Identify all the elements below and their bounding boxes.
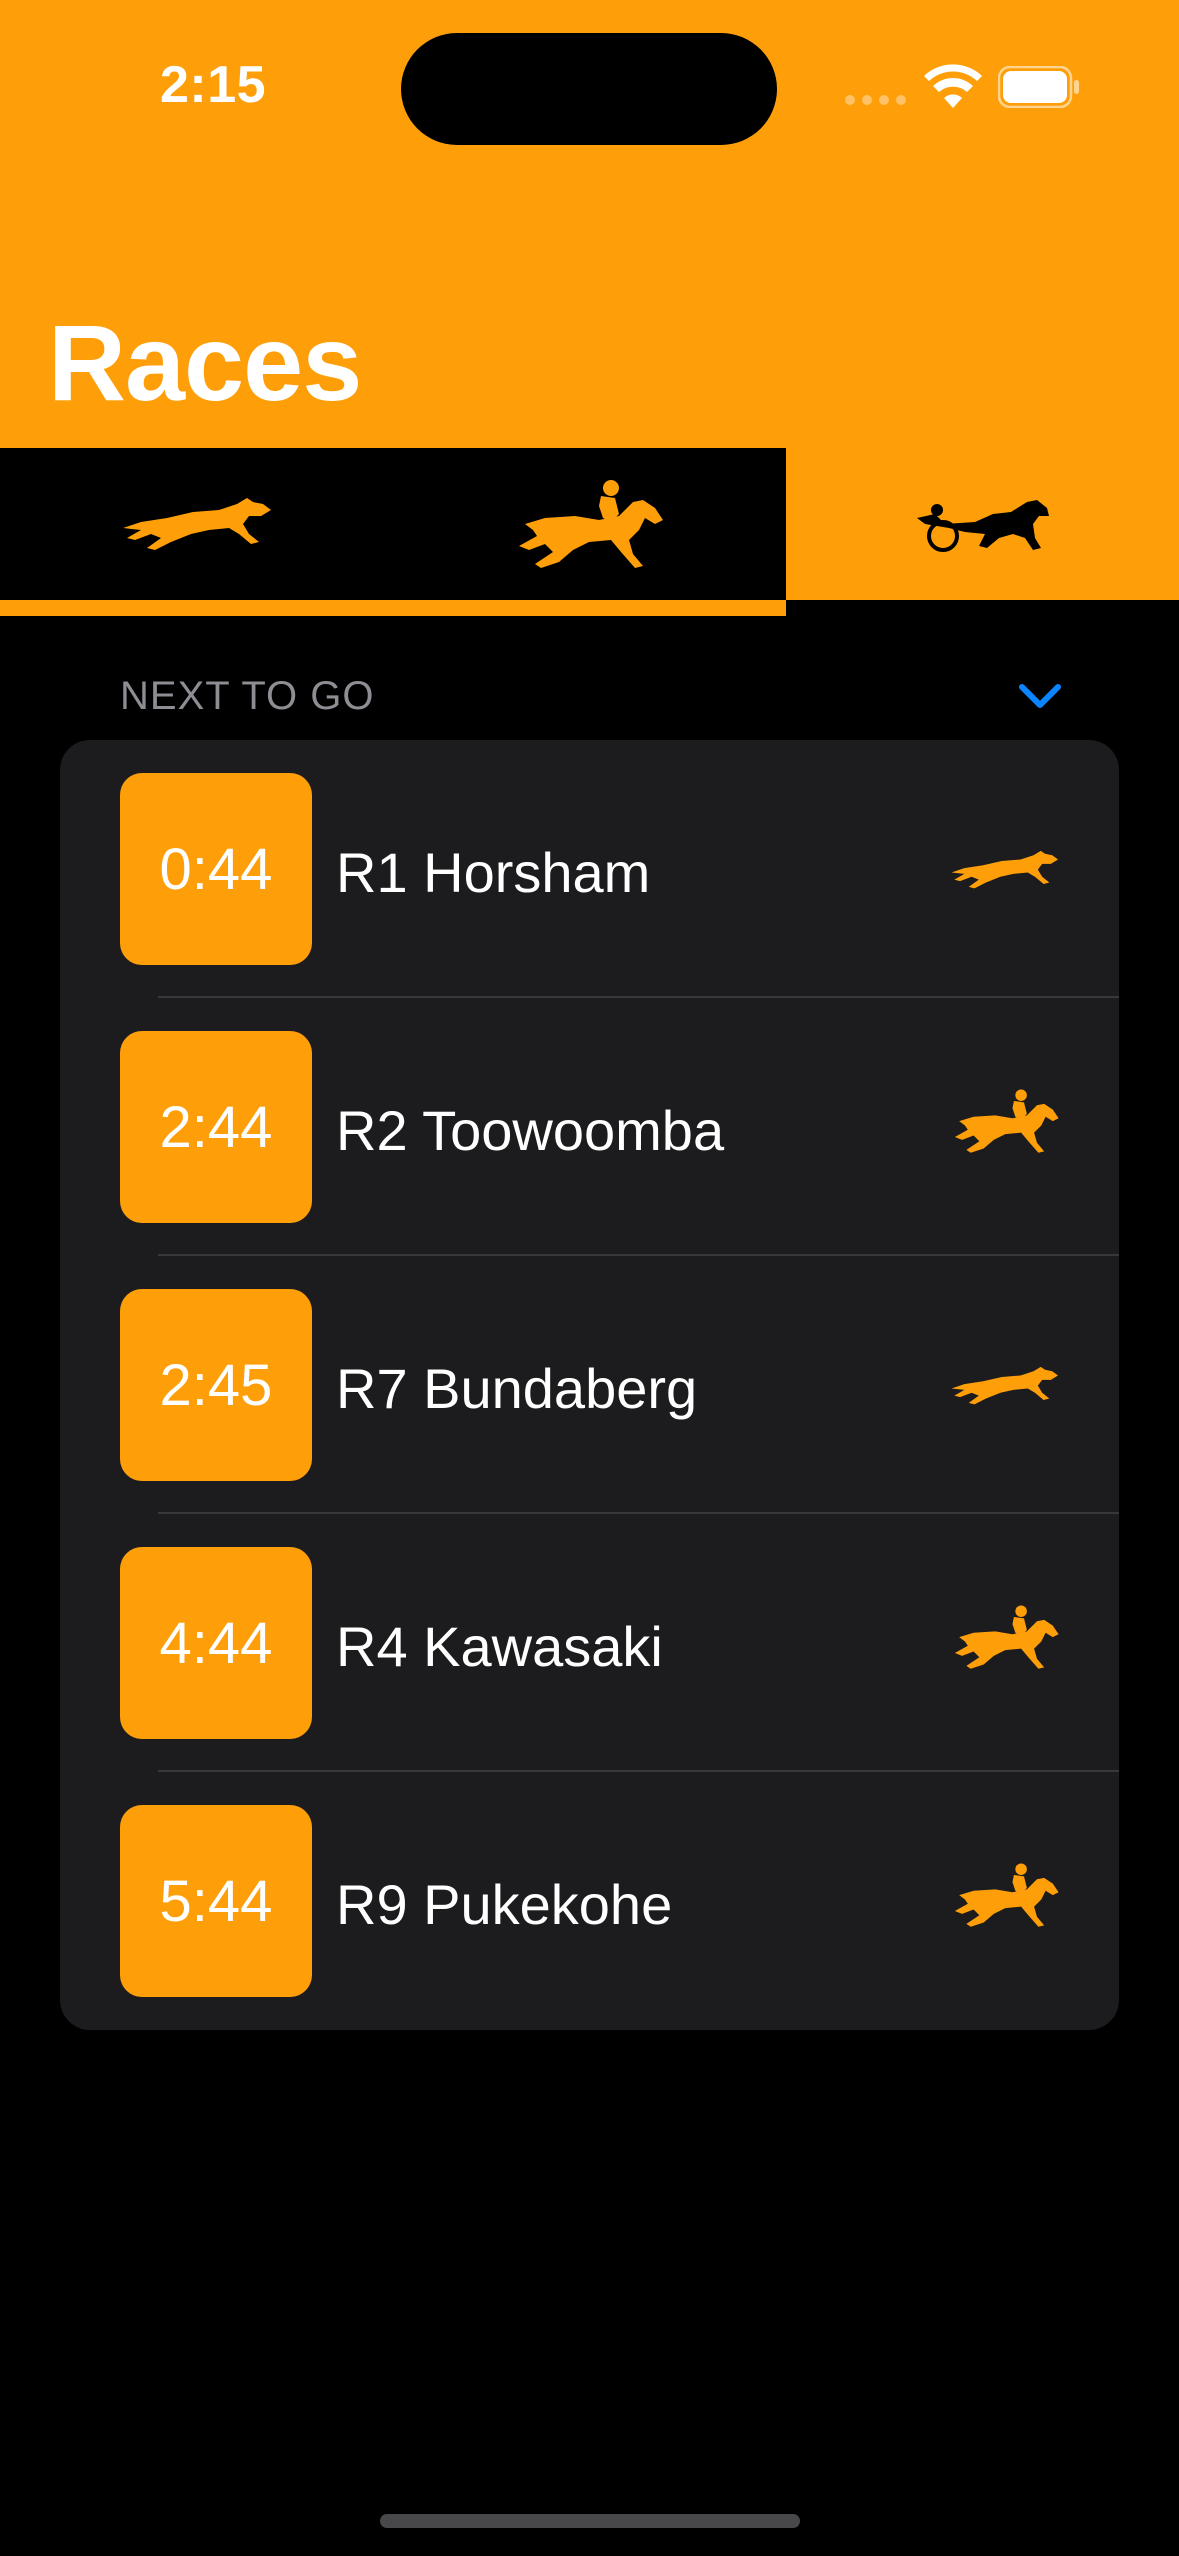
dynamic-island xyxy=(401,33,777,145)
horse-racing-icon xyxy=(518,480,663,568)
greyhound-icon xyxy=(951,1366,1058,1405)
section-title: NEXT TO GO xyxy=(120,673,375,718)
greyhound-icon xyxy=(951,850,1058,889)
greyhound-icon xyxy=(122,498,271,550)
countdown-badge: 2:44 xyxy=(120,1031,312,1223)
battery-icon xyxy=(998,66,1079,108)
countdown-badge: 5:44 xyxy=(120,1805,312,1997)
tab-greyhound[interactable] xyxy=(0,448,393,600)
status-time: 2:15 xyxy=(160,56,267,114)
tab-harness-racing[interactable] xyxy=(786,448,1179,600)
wifi-icon xyxy=(924,64,982,108)
horse-racing-icon xyxy=(954,1089,1059,1153)
race-row[interactable]: 4:44 R4 Kawasaki xyxy=(60,1514,1119,1772)
race-name: R1 Horsham xyxy=(336,841,651,904)
chevron-down-icon[interactable] xyxy=(1018,681,1062,711)
countdown-badge: 2:45 xyxy=(120,1289,312,1481)
countdown-badge: 4:44 xyxy=(120,1547,312,1739)
race-row[interactable]: 5:44 R9 Pukekohe xyxy=(60,1772,1119,2030)
home-indicator[interactable] xyxy=(380,2514,800,2528)
cellular-signal-icon xyxy=(845,92,907,106)
horse-racing-icon xyxy=(954,1605,1059,1669)
countdown-badge: 0:44 xyxy=(120,773,312,965)
horse-racing-icon xyxy=(954,1863,1059,1927)
race-list: 0:44 R1 Horsham 2:44 R2 Toowoomba 2:45 R… xyxy=(60,740,1119,2030)
race-row[interactable]: 2:45 R7 Bundaberg xyxy=(60,1256,1119,1514)
race-name: R2 Toowoomba xyxy=(336,1099,725,1162)
race-name: R9 Pukekohe xyxy=(336,1873,673,1936)
race-name: R7 Bundaberg xyxy=(336,1357,698,1420)
race-name: R4 Kawasaki xyxy=(336,1615,663,1678)
category-filter-bar xyxy=(0,448,1179,616)
selected-tabs-indicator xyxy=(0,600,786,616)
page-title: Races xyxy=(48,302,362,423)
navigation-header: 2:15 Races xyxy=(0,0,1179,448)
tab-horse-racing[interactable] xyxy=(393,448,786,600)
next-to-go-section-header[interactable]: NEXT TO GO xyxy=(120,668,1070,724)
harness-racing-icon xyxy=(916,500,1049,552)
race-row[interactable]: 0:44 R1 Horsham xyxy=(60,740,1119,998)
race-row[interactable]: 2:44 R2 Toowoomba xyxy=(60,998,1119,1256)
screen: 2:15 Races NEXT TO GO 0:44 R1 Horsham 2:… xyxy=(0,0,1179,2556)
